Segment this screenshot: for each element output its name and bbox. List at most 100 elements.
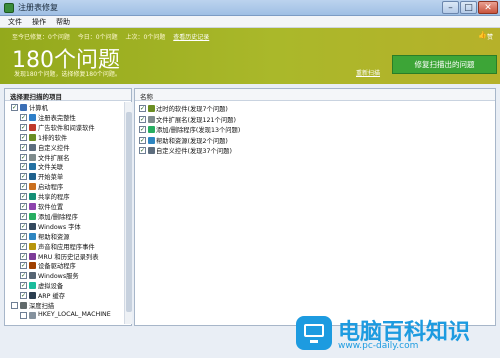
tree-item-checkbox[interactable]: ✓ (20, 252, 27, 260)
tree-item-checkbox[interactable] (20, 311, 27, 319)
tree-item[interactable]: ✓ 添加/删除程序 (5, 212, 123, 221)
tree-item-checkbox[interactable]: ✓ (20, 193, 27, 201)
result-checkbox[interactable]: ✓ (139, 126, 146, 133)
tree-item-checkbox[interactable]: ✓ (20, 262, 27, 270)
close-button[interactable]: ✕ (478, 1, 498, 14)
tree-item-label: 开始菜单 (38, 174, 64, 182)
thumbs-up-icon[interactable]: 👍 (478, 31, 487, 39)
rescan-link[interactable]: 重新扫描 (356, 68, 380, 77)
service-icon (29, 272, 36, 280)
tree-item-label: 深度扫描 (29, 303, 55, 310)
arp-icon (29, 292, 36, 300)
tree-item[interactable]: ✓ 启动程序 (5, 182, 123, 191)
status-today: 今日：0个问题 (77, 34, 118, 41)
tree-item-checkbox[interactable]: ✓ (20, 153, 27, 161)
tree-item[interactable]: ✓ 共享的程序 (5, 192, 123, 201)
startup-icon (29, 183, 36, 191)
status-last: 上次：0个问题 (125, 34, 166, 41)
result-row[interactable]: ✓ 帮助和资源(发现2个问题) (137, 136, 477, 145)
tree-item[interactable]: ✓ 计算机 (5, 103, 123, 112)
watermark-logo-icon (296, 316, 332, 350)
tree-item-label: 广告软件和间谍软件 (38, 124, 95, 132)
tree-item-checkbox[interactable]: ✓ (20, 143, 27, 151)
virtual-device-icon (29, 282, 36, 290)
tree-item-checkbox[interactable]: ✓ (20, 222, 27, 230)
result-row[interactable]: ✓ 添加/删除程序(发现13个问题) (137, 125, 477, 134)
control-icon (29, 143, 36, 151)
help-icon (29, 232, 36, 240)
start-menu-icon (29, 173, 36, 181)
tree-item-label: 注册表完整性 (38, 114, 76, 122)
tree-item[interactable]: 深度扫描 (5, 301, 123, 310)
result-checkbox[interactable]: ✓ (139, 136, 146, 144)
tree-item-checkbox[interactable]: ✓ (20, 272, 27, 280)
tree-item[interactable]: ✓ 广告软件和间谍软件 (5, 123, 123, 132)
menu-action[interactable]: 操作 (32, 17, 46, 27)
location-icon (29, 203, 36, 210)
like-label[interactable]: 赞 (487, 32, 493, 41)
tree-item-checkbox[interactable]: ✓ (11, 104, 18, 111)
history-link[interactable]: 查看历史记录 (173, 34, 209, 41)
scrollbar-thumb[interactable] (126, 112, 132, 312)
tree-item[interactable]: ✓ 文件扩展名 (5, 153, 123, 162)
tree-item[interactable]: HKEY_LOCAL_MACHINE (5, 311, 123, 320)
sound-icon (29, 242, 36, 250)
tree-item-checkbox[interactable]: ✓ (20, 292, 27, 300)
tree-item-checkbox[interactable]: ✓ (20, 113, 27, 121)
menu-bar: 文件 操作 帮助 (0, 16, 500, 28)
font-icon (29, 222, 36, 230)
tree-item[interactable]: ✓ MRU 和历史记录列表 (5, 252, 123, 261)
tree-item-checkbox[interactable]: ✓ (20, 133, 27, 141)
add-remove-icon (148, 126, 155, 133)
file-ext-icon (29, 153, 36, 161)
tree-item[interactable]: ✓ 开始菜单 (5, 172, 123, 181)
result-label: 自定义控件(发现37个问题) (156, 148, 232, 155)
registry-repair-window: 注册表修复 – □ ✕ 文件 操作 帮助 至今已修复：0个问题 今日：0个问题 … (0, 0, 500, 358)
results-column-name[interactable]: 名称 (135, 89, 495, 101)
tree-item[interactable]: ✓ 软件位置 (5, 202, 123, 211)
tree-item[interactable]: ✓ 设备驱动程序 (5, 261, 123, 270)
tree-item-label: 声音和应用程序事件 (38, 243, 95, 251)
minimize-button[interactable]: – (442, 1, 459, 14)
tree-item[interactable]: ✓ 1排的软件 (5, 133, 123, 142)
tree-item-label: 文件扩展名 (38, 154, 70, 162)
tree-item[interactable]: ✓ Windows服务 (5, 271, 123, 280)
result-checkbox[interactable]: ✓ (139, 115, 146, 123)
registry-icon (29, 113, 36, 121)
tree-item[interactable]: ✓ 文件关联 (5, 162, 123, 171)
tree-item-checkbox[interactable]: ✓ (20, 212, 27, 220)
tree-item-checkbox[interactable]: ✓ (20, 123, 27, 131)
scan-items-scrollbar[interactable] (124, 102, 132, 324)
tree-item[interactable]: ✓ Windows 字体 (5, 222, 123, 231)
tree-item-checkbox[interactable]: ✓ (20, 242, 27, 250)
result-row[interactable]: ✓ 过时的软件(发现7个问题) (137, 104, 477, 113)
tree-item-checkbox[interactable]: ✓ (20, 232, 27, 240)
title-bar[interactable]: 注册表修复 – □ ✕ (0, 0, 500, 16)
tree-item[interactable]: ✓ 声音和应用程序事件 (5, 242, 123, 251)
tree-item-label: 设备驱动程序 (38, 263, 76, 271)
result-row[interactable]: ✓ 自定义控件(发现37个问题) (137, 146, 477, 155)
result-checkbox[interactable]: ✓ (139, 105, 146, 112)
tree-item[interactable]: ✓ 虚拟设备 (5, 281, 123, 290)
tree-item-checkbox[interactable] (11, 302, 18, 309)
tree-item-checkbox[interactable]: ✓ (20, 183, 27, 191)
window-title: 注册表修复 (18, 3, 58, 12)
repair-issues-button[interactable]: 修复扫描出的问题 (392, 55, 497, 74)
tree-item-checkbox[interactable]: ✓ (20, 173, 27, 181)
issue-summary: 发现180个问题，选择修复180个问题。 (14, 71, 121, 78)
tree-item[interactable]: ✓ 帮助和资源 (5, 232, 123, 241)
tree-item-checkbox[interactable]: ✓ (20, 163, 27, 171)
tree-item[interactable]: ✓ ARP 缓存 (5, 291, 123, 300)
tree-item[interactable]: ✓ 自定义控件 (5, 143, 123, 152)
result-row[interactable]: ✓ 文件扩展名(发现121个问题) (137, 115, 477, 124)
tree-item-label: 启动程序 (38, 184, 64, 192)
maximize-button[interactable]: □ (460, 1, 477, 14)
software-icon (29, 133, 36, 141)
menu-file[interactable]: 文件 (8, 17, 22, 27)
result-checkbox[interactable]: ✓ (139, 147, 146, 154)
tree-item-checkbox[interactable]: ✓ (20, 203, 27, 210)
tree-item[interactable]: ✓ 注册表完整性 (5, 113, 123, 122)
tree-item-checkbox[interactable]: ✓ (20, 282, 27, 290)
menu-help[interactable]: 帮助 (56, 17, 70, 27)
scan-items-tree: ✓ 计算机 ✓ 注册表完整性 ✓ 广告软件和间谍软件 ✓ 1排的软件 ✓ 自定义控件 ✓ 文件扩展名 ✓… (5, 101, 123, 324)
